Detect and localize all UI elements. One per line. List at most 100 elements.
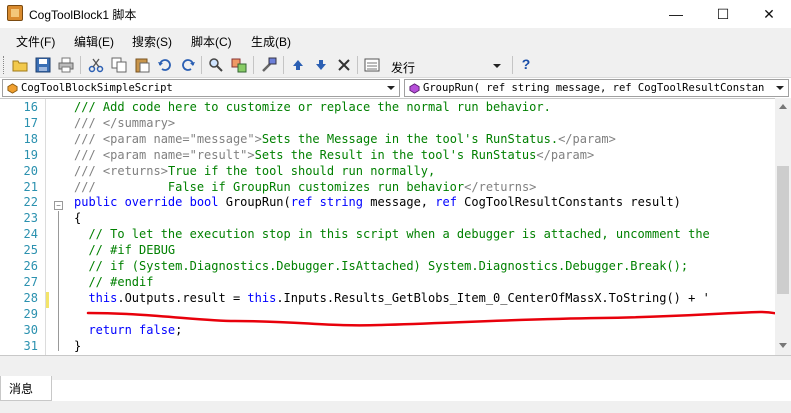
line-number: 22 <box>23 195 38 210</box>
tab-messages-label: 消息 <box>9 382 34 396</box>
code-line[interactable]: // To let the execution stop in this scr… <box>74 227 709 241</box>
class-icon <box>7 83 18 94</box>
cut-icon[interactable] <box>88 57 104 73</box>
code-line[interactable]: } <box>74 339 81 353</box>
paste-icon[interactable] <box>134 57 150 73</box>
code-token: </param> <box>558 131 616 146</box>
member-select-value: GroupRun( ref string message, ref CogToo… <box>423 82 765 94</box>
menu-edit[interactable]: 编辑(E) <box>74 33 114 50</box>
code-token: Sets the Result in the tool's RunStatus <box>254 147 537 162</box>
open-icon[interactable] <box>12 57 28 73</box>
code-token: public override bool <box>74 195 226 210</box>
line-number: 27 <box>23 274 38 289</box>
menu-search[interactable]: 搜索(S) <box>132 33 172 50</box>
title-bar: CogToolBlock1 脚本 — ☐ ✕ <box>0 0 791 28</box>
copy-icon[interactable] <box>111 57 127 73</box>
find-icon[interactable] <box>208 57 224 73</box>
line-number: 24 <box>23 227 38 242</box>
code-token: CogToolResultConstants result) <box>464 195 681 210</box>
code-line[interactable]: // #if DEBUG <box>74 243 175 257</box>
code-line[interactable]: this.Outputs.result = this.Inputs.Result… <box>74 290 710 305</box>
menu-build[interactable]: 生成(B) <box>251 33 291 50</box>
code-token: // #if DEBUG <box>74 243 176 258</box>
save-icon[interactable] <box>35 57 51 73</box>
toolbar: 发行 ? <box>0 52 791 78</box>
class-select[interactable]: CogToolBlockSimpleScript <box>2 79 400 97</box>
code-line[interactable]: // if (System.Diagnostics.Debugger.IsAtt… <box>74 259 688 273</box>
code-editor[interactable]: 16 /// Add code here to customize or repl… <box>0 98 775 355</box>
fold-guide <box>58 211 59 351</box>
toolbar-separator <box>80 56 81 74</box>
code-token: /// Add code here to customize or replac… <box>74 100 551 114</box>
scroll-down-icon[interactable] <box>779 343 787 348</box>
undo-icon[interactable] <box>157 57 173 73</box>
toolbar-grip[interactable] <box>3 56 6 74</box>
move-down-icon[interactable] <box>313 57 329 73</box>
code-line[interactable]: /// <param name="message">Sets the Messa… <box>74 132 616 146</box>
tab-messages[interactable]: 消息 <box>0 376 52 401</box>
maximize-button[interactable]: ☐ <box>700 0 746 28</box>
line-number: 17 <box>23 115 38 130</box>
close-button[interactable]: ✕ <box>746 0 791 28</box>
toolbar-separator <box>283 56 284 74</box>
code-token: ref string <box>290 195 371 210</box>
output-panel <box>0 355 791 380</box>
line-number: 19 <box>23 147 38 162</box>
delete-icon[interactable] <box>336 57 352 73</box>
code-line[interactable]: /// <returns>True if the tool should run… <box>74 164 435 178</box>
scroll-up-icon[interactable] <box>779 104 787 109</box>
code-token: } <box>74 338 82 353</box>
code-token: .Outputs.result = <box>117 290 248 305</box>
help-icon[interactable]: ? <box>518 56 534 72</box>
code-line[interactable]: /// Add code here to customize or replac… <box>74 100 551 114</box>
line-number: 30 <box>23 322 38 337</box>
code-line[interactable]: return false; <box>74 323 182 337</box>
code-token: <param name="result"> <box>102 147 255 162</box>
chevron-down-icon <box>387 86 395 90</box>
code-line[interactable]: // #endif <box>74 275 153 289</box>
change-marker <box>46 292 49 308</box>
gutter-divider <box>45 99 46 355</box>
code-line[interactable]: /// <param name="result">Sets the Result… <box>74 148 594 162</box>
line-number: 23 <box>23 211 38 226</box>
goto-icon[interactable] <box>364 57 380 73</box>
configuration-value: 发行 <box>391 61 416 75</box>
class-select-value: CogToolBlockSimpleScript <box>21 82 173 94</box>
line-number: 18 <box>23 131 38 146</box>
code-line[interactable]: public override bool GroupRun(ref string… <box>74 195 681 209</box>
code-token: .Inputs.Results_GetBlobs_Item_0_CenterOf… <box>276 290 710 305</box>
code-token: this <box>74 290 118 305</box>
move-up-icon[interactable] <box>290 57 306 73</box>
code-token: </returns> <box>464 179 537 194</box>
code-token: /// <box>74 147 103 162</box>
fold-toggle-icon[interactable]: − <box>54 201 63 210</box>
window-title: CogToolBlock1 脚本 <box>29 8 137 22</box>
code-token: /// <box>74 179 168 194</box>
menu-script[interactable]: 脚本(C) <box>191 33 232 50</box>
line-number: 28 <box>23 290 38 305</box>
code-token: ; <box>175 322 183 337</box>
redo-icon[interactable] <box>180 57 196 73</box>
code-line[interactable]: { <box>74 211 81 225</box>
app-icon <box>7 5 23 21</box>
code-token: ref <box>435 195 465 210</box>
method-icon <box>409 83 420 94</box>
build-icon[interactable] <box>261 57 277 73</box>
scrollbar-thumb[interactable] <box>777 166 789 294</box>
code-token: <returns> <box>102 163 168 178</box>
code-token: message, <box>370 195 436 210</box>
vertical-scrollbar[interactable] <box>775 98 791 355</box>
code-token: GroupRun( <box>225 195 291 210</box>
member-select[interactable]: GroupRun( ref string message, ref CogToo… <box>404 79 789 97</box>
menu-file[interactable]: 文件(F) <box>16 33 55 50</box>
code-token: // if (System.Diagnostics.Debugger.IsAtt… <box>74 259 689 273</box>
print-icon[interactable] <box>58 57 74 73</box>
code-line[interactable]: /// </summary> <box>74 116 175 130</box>
minimize-button[interactable]: — <box>653 0 699 28</box>
configuration-select[interactable]: 发行 <box>386 56 506 75</box>
code-line[interactable]: /// False if GroupRun customizes run beh… <box>74 180 536 194</box>
replace-icon[interactable] <box>231 57 247 73</box>
line-number: 25 <box>23 243 38 258</box>
toolbar-separator <box>357 56 358 74</box>
toolbar-separator <box>201 56 202 74</box>
